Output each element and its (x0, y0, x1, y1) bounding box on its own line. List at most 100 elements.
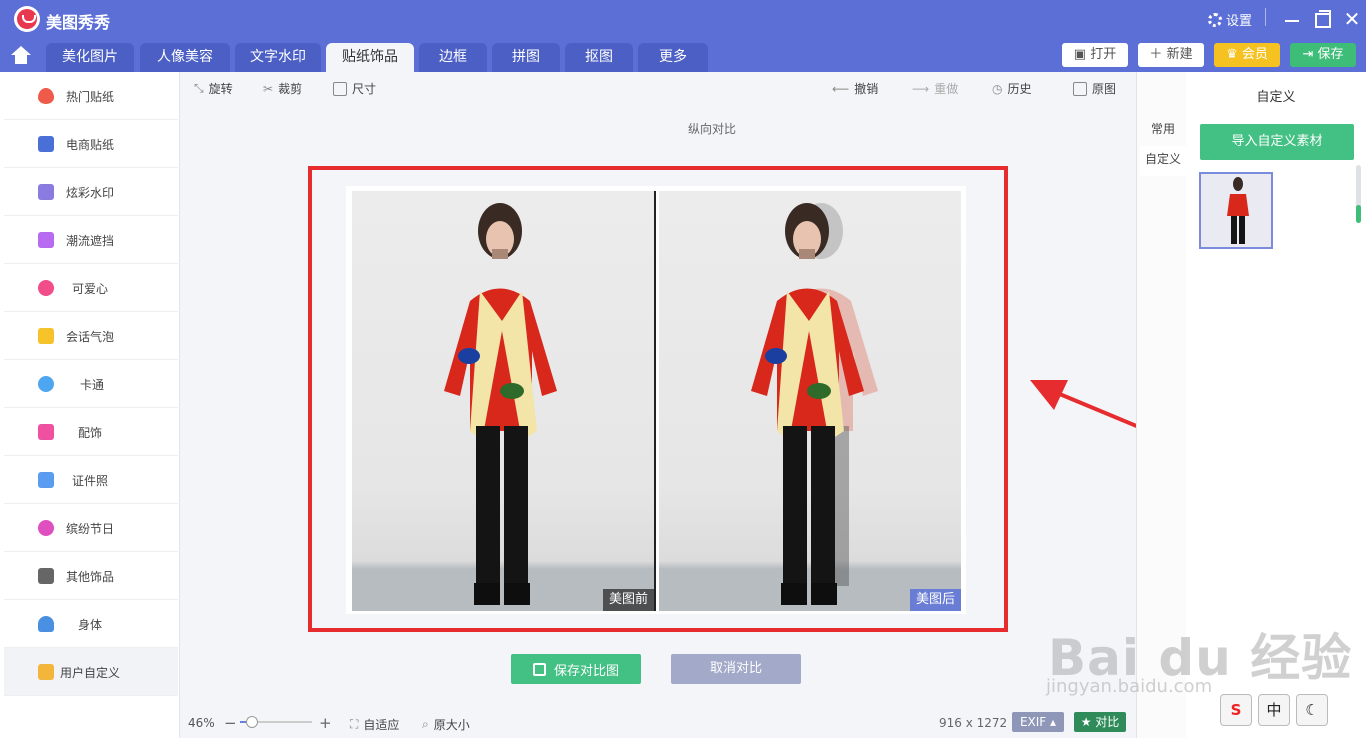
sidebar-item-cute-heart[interactable]: 可爱心 (4, 264, 178, 312)
fit-label: 自适应 (363, 718, 400, 732)
crown-icon: ♛ (1226, 47, 1242, 62)
star-icon: ★ (1080, 715, 1092, 729)
sidebar-item-hot[interactable]: 热门贴纸 (4, 72, 178, 120)
home-icon[interactable] (10, 46, 32, 68)
redo-button[interactable]: ⟶ 重做 (912, 80, 958, 97)
heart-icon (38, 280, 54, 296)
original-button[interactable]: 原图 (1073, 80, 1116, 97)
tab-common[interactable]: 常用 (1140, 120, 1186, 137)
zoom-in-button[interactable]: + (319, 714, 332, 732)
minimize-button[interactable] (1282, 8, 1302, 30)
tab-beautify[interactable]: 美化图片 (46, 43, 134, 72)
settings-button[interactable]: 设置 (1208, 10, 1252, 29)
sidebar-item-body[interactable]: 身体 (4, 600, 178, 648)
save-button[interactable]: ⇥ 保存 (1290, 43, 1356, 67)
tab-custom[interactable]: 自定义 (1140, 146, 1186, 176)
tab-stickers[interactable]: 贴纸饰品 (326, 43, 414, 72)
sidebar-item-accessories[interactable]: 配饰 (4, 408, 178, 456)
ime-chinese-mode[interactable]: 中 (1258, 694, 1290, 726)
right-panel-title: 自定义 (1256, 90, 1296, 105)
exif-button[interactable]: EXIF ▴ (1012, 712, 1064, 732)
highlight-frame (308, 166, 1008, 632)
contrast-label: 对比 (1095, 715, 1120, 729)
open-button[interactable]: ▣ 打开 (1062, 43, 1128, 67)
main-tab-bar: 美化图片 人像美容 文字水印 贴纸饰品 边框 拼图 抠图 更多 ▣ 打开 ＋ 新… (0, 40, 1366, 72)
tab-portrait[interactable]: 人像美容 (140, 43, 230, 72)
tab-collage[interactable]: 拼图 (492, 43, 560, 72)
person-icon (38, 616, 54, 632)
scrollbar-thumb[interactable] (1356, 205, 1361, 223)
magnifier-icon: ⌕ (422, 717, 429, 731)
grid-icon (38, 568, 54, 584)
history-label: 历史 (1007, 82, 1032, 96)
resize-icon (333, 81, 347, 96)
sidebar-item-trendy-cover[interactable]: 潮流遮挡 (4, 216, 178, 264)
close-button[interactable]: ✕ (1342, 8, 1362, 30)
size-button[interactable]: 尺寸 (333, 80, 376, 97)
sidebar-item-festival[interactable]: 缤纷节日 (4, 504, 178, 552)
title-bar: 美图秀秀 设置 ✕ (0, 0, 1366, 40)
divider (1265, 8, 1266, 26)
sidebar-item-label: 其他饰品 (66, 570, 115, 584)
actual-size-button[interactable]: ⌕ 原大小 (422, 716, 470, 733)
tab-more[interactable]: 更多 (638, 43, 708, 72)
sidebar-item-other[interactable]: 其他饰品 (4, 552, 178, 600)
sidebar-item-cartoon[interactable]: 卡通 (4, 360, 178, 408)
sidebar-item-ecommerce[interactable]: 电商贴纸 (4, 120, 178, 168)
original-label: 原图 (1092, 82, 1117, 96)
save-comparison-label: 保存对比图 (553, 663, 619, 679)
image-icon (1073, 81, 1087, 96)
zoom-slider-handle[interactable] (246, 716, 258, 728)
undo-arrow-icon: ⟵ (832, 81, 850, 96)
scissors-icon: ✂ (263, 81, 274, 96)
sidebar-item-user-custom[interactable]: 用户自定义 (4, 648, 178, 696)
chat-bubble-icon (38, 328, 54, 344)
fit-button[interactable]: ⛶ 自适应 (350, 716, 399, 733)
sidebar-item-label: 炫彩水印 (66, 186, 115, 200)
tab-cutout[interactable]: 抠图 (565, 43, 633, 72)
app-title: 美图秀秀 (46, 13, 111, 32)
save-comparison-button[interactable]: 保存对比图 (511, 654, 641, 684)
sticker-category-sidebar: 热门贴纸 电商贴纸 炫彩水印 潮流遮挡 可爱心 会话气泡 卡通 配饰 证件照 缤… (0, 72, 180, 738)
redo-label: 重做 (934, 82, 959, 96)
crop-button[interactable]: ✂ 裁剪 (263, 80, 302, 97)
caret-up-icon: ▴ (1050, 715, 1057, 729)
undo-button[interactable]: ⟵ 撤销 (832, 80, 878, 97)
image-dimensions: 916 x 1272 (939, 716, 1008, 730)
maximize-button[interactable] (1312, 8, 1332, 30)
sidebar-item-id-photo[interactable]: 证件照 (4, 456, 178, 504)
import-custom-material-button[interactable]: 导入自定义素材 (1200, 124, 1354, 160)
image-icon: ▣ (1073, 47, 1091, 62)
history-button[interactable]: ◷ 历史 (992, 80, 1032, 97)
new-button[interactable]: ＋ 新建 (1138, 43, 1204, 67)
vip-label: 会员 (1241, 47, 1268, 62)
crop-label: 裁剪 (278, 82, 303, 96)
app-logo-icon (14, 6, 40, 32)
actual-size-label: 原大小 (433, 718, 470, 732)
sogou-ime-icon[interactable]: S (1220, 694, 1252, 726)
moon-icon[interactable]: ☾ (1296, 694, 1328, 726)
sidebar-item-watermark[interactable]: 炫彩水印 (4, 168, 178, 216)
vip-button[interactable]: ♛ 会员 (1214, 43, 1280, 67)
rotate-button[interactable]: ⤡ 旋转 (194, 80, 233, 97)
open-label: 打开 (1090, 47, 1117, 62)
save-icon (532, 662, 546, 676)
sidebar-item-label: 电商贴纸 (66, 138, 115, 152)
tab-text-watermark[interactable]: 文字水印 (235, 43, 321, 72)
save-label: 保存 (1317, 47, 1344, 62)
cancel-comparison-button[interactable]: 取消对比 (671, 654, 801, 684)
gear-icon (1208, 12, 1222, 27)
contrast-button[interactable]: ★ 对比 (1074, 712, 1126, 732)
sidebar-item-chat-bubble[interactable]: 会话气泡 (4, 312, 178, 360)
plus-icon: ＋ (1149, 47, 1167, 62)
edit-icon (38, 664, 54, 680)
rotate-label: 旋转 (208, 82, 233, 96)
right-panel-scrollbar[interactable] (1356, 165, 1361, 223)
zoom-out-button[interactable]: − (224, 714, 237, 732)
bear-icon (38, 376, 54, 392)
id-photo-icon (38, 472, 54, 488)
bow-icon (38, 424, 54, 440)
tab-border[interactable]: 边框 (419, 43, 487, 72)
custom-material-thumbnail[interactable] (1199, 172, 1273, 249)
zoom-slider[interactable] (240, 716, 312, 728)
